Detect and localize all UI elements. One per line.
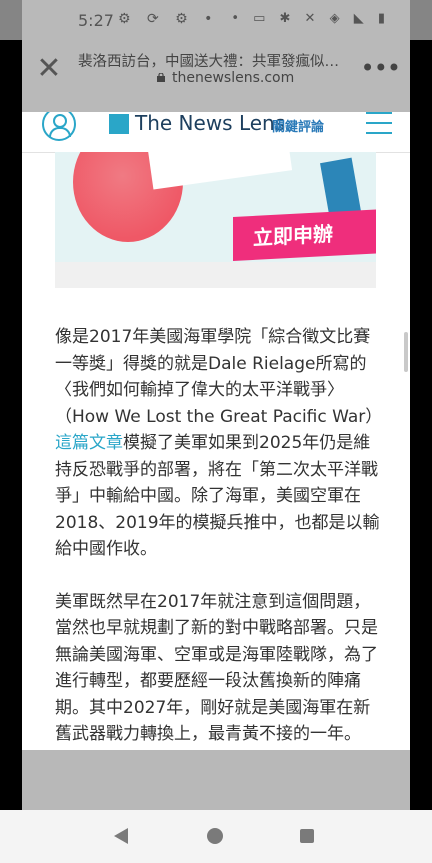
paragraph-text: 像是2017年美國海軍學院「綜合徵文比賽一等獎」得獎的就是Dale Rielag… (55, 327, 383, 427)
scrollbar-thumb[interactable] (404, 332, 408, 372)
article-body: 像是2017年美國海軍學院「綜合徵文比賽一等獎」得獎的就是Dale Rielag… (55, 324, 385, 774)
lock-icon (157, 73, 165, 82)
site-logo-sub[interactable]: 關鍵評論 (272, 116, 324, 135)
article-paragraph: 美軍既然早在2017年就注意到這個問題，當然也早就規劃了新的對中戰略部署。只是無… (55, 591, 378, 745)
url-domain[interactable]: thenewslens.com (172, 70, 294, 86)
system-nav-bar (0, 810, 432, 863)
page-title[interactable]: 裴洛西訪台，中國送大禮：共軍發瘋似的... (78, 50, 348, 71)
banner-cta[interactable]: 立即申辦 (233, 207, 376, 261)
article-paragraph: 像是2017年美國海軍學院「綜合徵文比賽一等獎」得獎的就是Dale Rielag… (55, 324, 385, 563)
site-logo-text[interactable]: The News Lens (135, 112, 285, 135)
hamburger-menu-icon[interactable] (366, 112, 392, 134)
user-account-icon[interactable] (42, 112, 76, 141)
banner-card-graphic (147, 152, 293, 190)
status-time: 5:27 (78, 11, 114, 30)
back-icon[interactable] (114, 828, 128, 844)
more-options-icon[interactable]: ••• (361, 54, 401, 82)
dim-overlay (0, 0, 22, 810)
web-page: The News Lens 關鍵評論 立即申辦 像是2017年美國海軍學院「綜合… (22, 112, 410, 810)
status-right-icons: • ▭ ✱ ✕ ◈ ◣ ▮ (231, 11, 390, 26)
dim-overlay (410, 0, 432, 810)
recent-apps-icon[interactable] (300, 829, 314, 843)
status-bar: 5:27 ⚙ ⟳ ⚙ • • ▭ ✱ ✕ ◈ ◣ ▮ (0, 0, 432, 40)
article-link[interactable]: 這篇文章 (55, 433, 123, 453)
home-icon[interactable] (207, 828, 223, 844)
logo-icon (109, 114, 129, 134)
close-icon[interactable]: ✕ (36, 54, 62, 84)
banner-footer (55, 262, 376, 288)
dim-overlay (22, 750, 410, 810)
ad-banner[interactable]: 立即申辦 (55, 152, 376, 262)
status-left-icons: ⚙ ⟳ ⚙ • (118, 11, 219, 27)
browser-toolbar: ✕ 裴洛西訪台，中國送大禮：共軍發瘋似的... thenewslens.com … (22, 40, 410, 112)
site-header: The News Lens 關鍵評論 (22, 112, 410, 153)
